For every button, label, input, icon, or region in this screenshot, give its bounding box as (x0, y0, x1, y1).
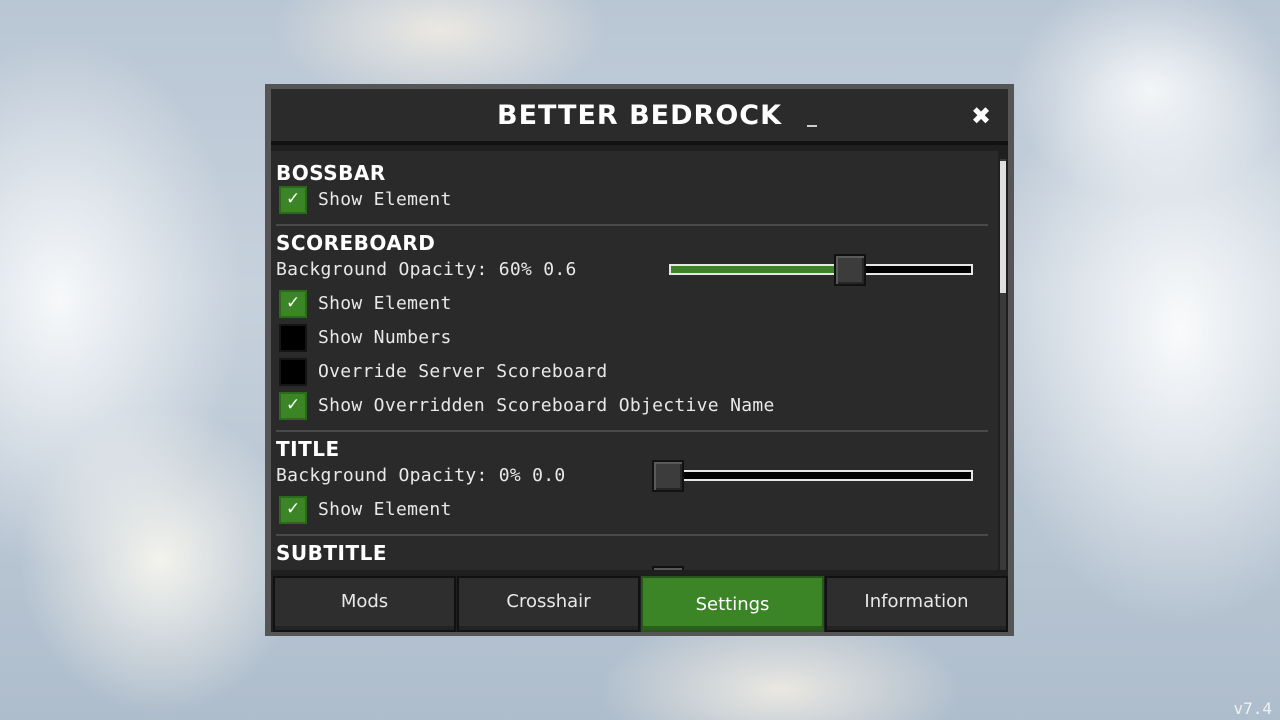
scoreboard-show-element-checkbox[interactable]: ✓ (279, 290, 307, 318)
tab-mods[interactable]: Mods (273, 576, 456, 632)
scoreboard-show-numbers-checkbox[interactable] (279, 324, 307, 352)
title-show-element-checkbox[interactable]: ✓ (279, 496, 307, 524)
tab-bar: Mods Crosshair Settings Information (271, 570, 1008, 632)
checkmark-icon: ✓ (286, 499, 301, 519)
tab-label: Crosshair (506, 590, 591, 612)
title-show-element-label: Show Element (318, 499, 452, 520)
scoreboard-override-server-checkbox[interactable] (279, 358, 307, 386)
checkmark-icon: ✓ (286, 293, 301, 313)
window-title: BETTER BEDROCK (496, 99, 783, 131)
scoreboard-show-overridden-checkbox[interactable]: ✓ (279, 392, 307, 420)
title-opacity-label: Background Opacity: 0% 0.0 (276, 465, 566, 486)
scoreboard-opacity-slider-handle[interactable] (834, 254, 866, 286)
bossbar-show-element-label: Show Element (318, 189, 452, 210)
version-label: v7.4 (1233, 699, 1272, 718)
bossbar-show-element-checkbox[interactable]: ✓ (279, 186, 307, 214)
title-opacity-slider[interactable] (669, 470, 973, 481)
scoreboard-show-element-label: Show Element (318, 293, 452, 314)
section-divider (276, 534, 988, 536)
checkmark-icon: ✓ (286, 395, 301, 415)
scoreboard-show-numbers-label: Show Numbers (318, 327, 452, 348)
close-icon[interactable]: ✖ (968, 103, 994, 129)
title-bar: BETTER BEDROCK ✖ (271, 89, 1008, 145)
scoreboard-override-server-label: Override Server Scoreboard (318, 361, 608, 382)
section-divider (276, 224, 988, 226)
scrollbar-thumb[interactable] (1000, 161, 1006, 293)
section-title-scoreboard: SCOREBOARD (276, 231, 436, 255)
section-divider (276, 430, 988, 432)
section-title-title: TITLE (276, 437, 340, 461)
tab-label: Information (864, 590, 969, 612)
tab-label: Settings (695, 593, 770, 615)
section-title-bossbar: BOSSBAR (276, 161, 386, 185)
settings-scroll-area[interactable]: BOSSBAR ✓ Show Element SCOREBOARD Backgr… (271, 151, 998, 570)
text-cursor-mark (807, 125, 817, 127)
title-opacity-slider-handle[interactable] (652, 460, 684, 492)
scoreboard-show-overridden-label: Show Overridden Scoreboard Objective Nam… (318, 395, 775, 416)
settings-window: BETTER BEDROCK ✖ BOSSBAR ✓ Show Element … (265, 84, 1014, 636)
section-title-subtitle: SUBTITLE (276, 541, 388, 565)
tab-label: Mods (340, 590, 389, 612)
tab-information[interactable]: Information (825, 576, 1008, 632)
checkmark-icon: ✓ (286, 189, 301, 209)
tab-settings[interactable]: Settings (641, 576, 824, 632)
scoreboard-opacity-label: Background Opacity: 60% 0.6 (276, 259, 577, 280)
tab-crosshair[interactable]: Crosshair (457, 576, 640, 632)
scoreboard-opacity-slider-fill (671, 266, 837, 273)
